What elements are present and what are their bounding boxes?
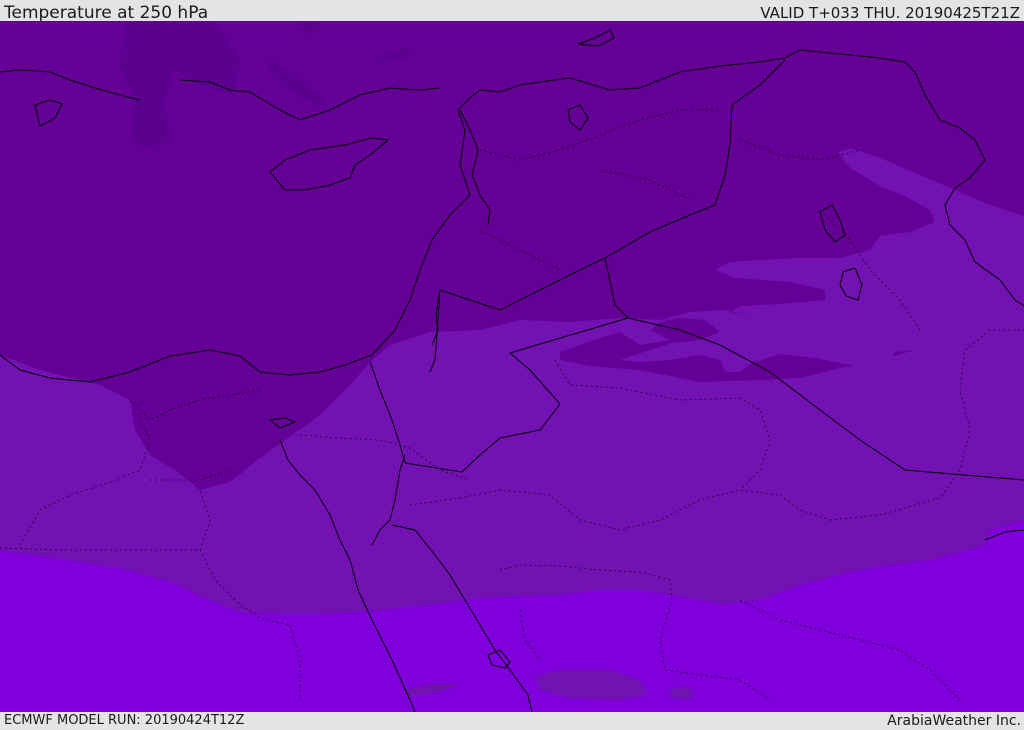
map-title: Temperature at 250 hPa: [4, 3, 209, 23]
credit-label: ArabiaWeather Inc.: [887, 713, 1021, 729]
temperature-map: [0, 21, 1024, 712]
footer-bar: ECMWF MODEL RUN: 20190424T12Z ArabiaWeat…: [0, 712, 1024, 729]
map-canvas: [0, 21, 1024, 712]
model-run: ECMWF MODEL RUN: 20190424T12Z: [4, 713, 245, 728]
header-bar: Temperature at 250 hPa VALID T+033 THU. …: [0, 0, 1024, 23]
